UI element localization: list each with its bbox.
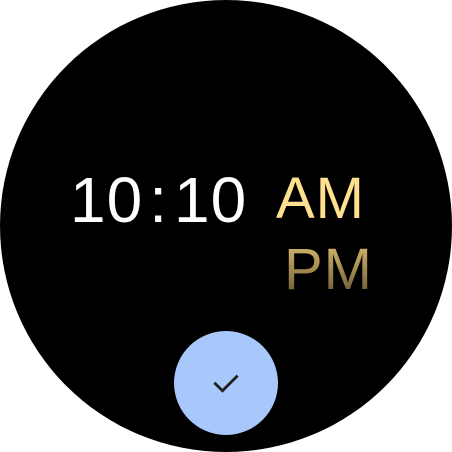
time-display: 10 : 10 (70, 160, 247, 240)
watch-face: 10 : 10 AM PM (0, 0, 452, 452)
check-icon (213, 374, 239, 393)
time-separator: : (149, 164, 168, 236)
am-option[interactable]: AM (276, 164, 365, 234)
minutes-picker[interactable]: 10 (174, 160, 247, 240)
pm-option[interactable]: PM (284, 235, 373, 305)
confirm-button[interactable] (174, 331, 278, 435)
hours-picker[interactable]: 10 (70, 160, 143, 240)
